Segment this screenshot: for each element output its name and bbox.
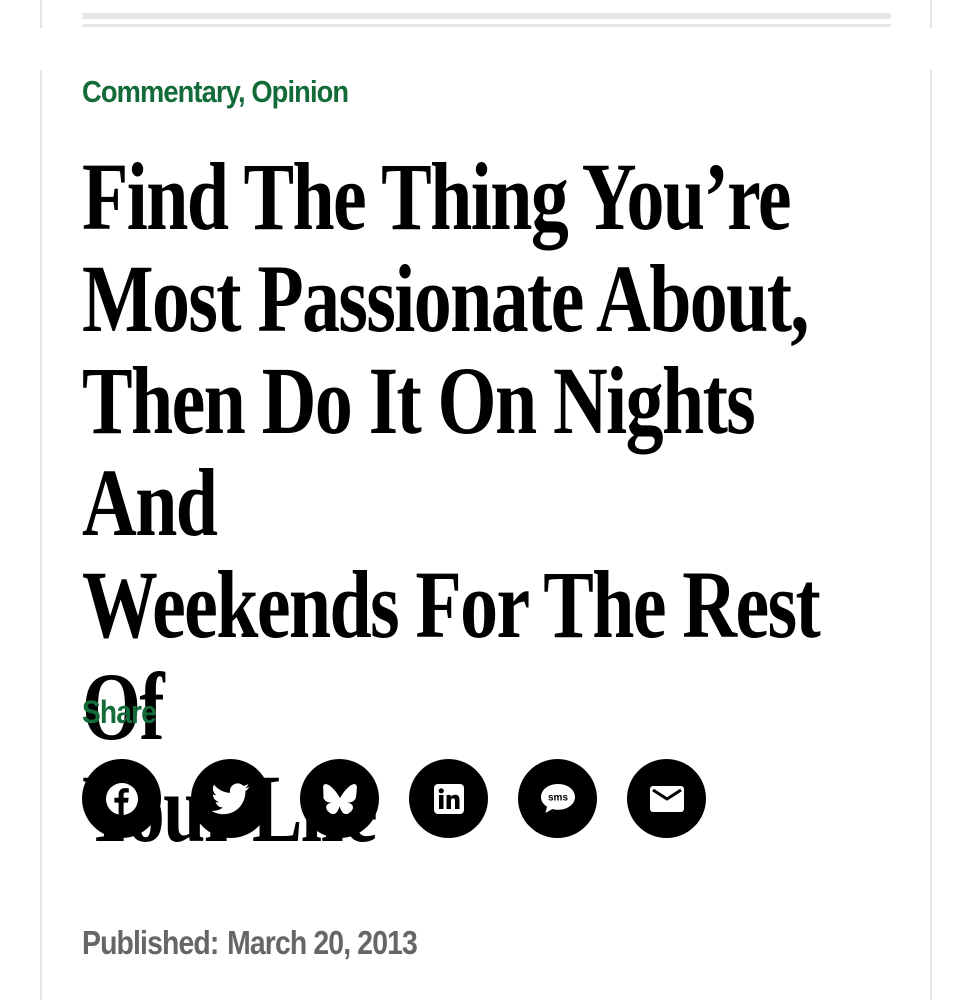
sms-text: sms	[547, 792, 567, 803]
share-linkedin-button[interactable]	[409, 759, 488, 838]
category-separator: ,	[237, 74, 252, 109]
published-date: March 20, 2013	[227, 924, 418, 961]
category-link-commentary[interactable]: Commentary	[82, 74, 239, 109]
headline-line: Most Passionate About,	[82, 245, 809, 352]
facebook-icon	[105, 782, 139, 816]
article-page: Commentary, Opinion Find The Thing You’r…	[0, 0, 973, 1000]
divider-thick	[82, 13, 891, 19]
category-link-opinion[interactable]: Opinion	[251, 74, 349, 109]
envelope-icon	[649, 785, 685, 813]
linkedin-icon	[433, 783, 465, 815]
published-label: Published:	[82, 924, 219, 961]
share-sms-button[interactable]: sms	[518, 759, 597, 838]
headline-line: Then Do It On Nights And	[82, 347, 756, 556]
divider-thin	[82, 24, 891, 27]
left-border-top	[40, 0, 42, 28]
headline-line: Find The Thing You’re	[82, 143, 792, 250]
share-email-button[interactable]	[627, 759, 706, 838]
article-headline: Find The Thing You’re Most Passionate Ab…	[82, 146, 888, 860]
right-border-top	[930, 0, 932, 28]
bluesky-butterfly-icon	[322, 783, 357, 814]
twitter-bird-icon	[211, 782, 250, 815]
share-bluesky-button[interactable]	[300, 759, 379, 838]
headline-line: Weekends For The Rest Of	[82, 551, 821, 760]
share-buttons: sms	[82, 759, 706, 838]
article-categories: Commentary, Opinion	[82, 74, 349, 110]
left-border	[40, 70, 42, 1000]
share-facebook-button[interactable]	[82, 759, 161, 838]
right-border	[930, 70, 932, 1000]
published-info: Published: March 20, 2013	[82, 924, 418, 962]
share-twitter-button[interactable]	[191, 759, 270, 838]
sms-bubble-icon: sms	[539, 782, 577, 816]
share-label: Share	[82, 694, 157, 730]
